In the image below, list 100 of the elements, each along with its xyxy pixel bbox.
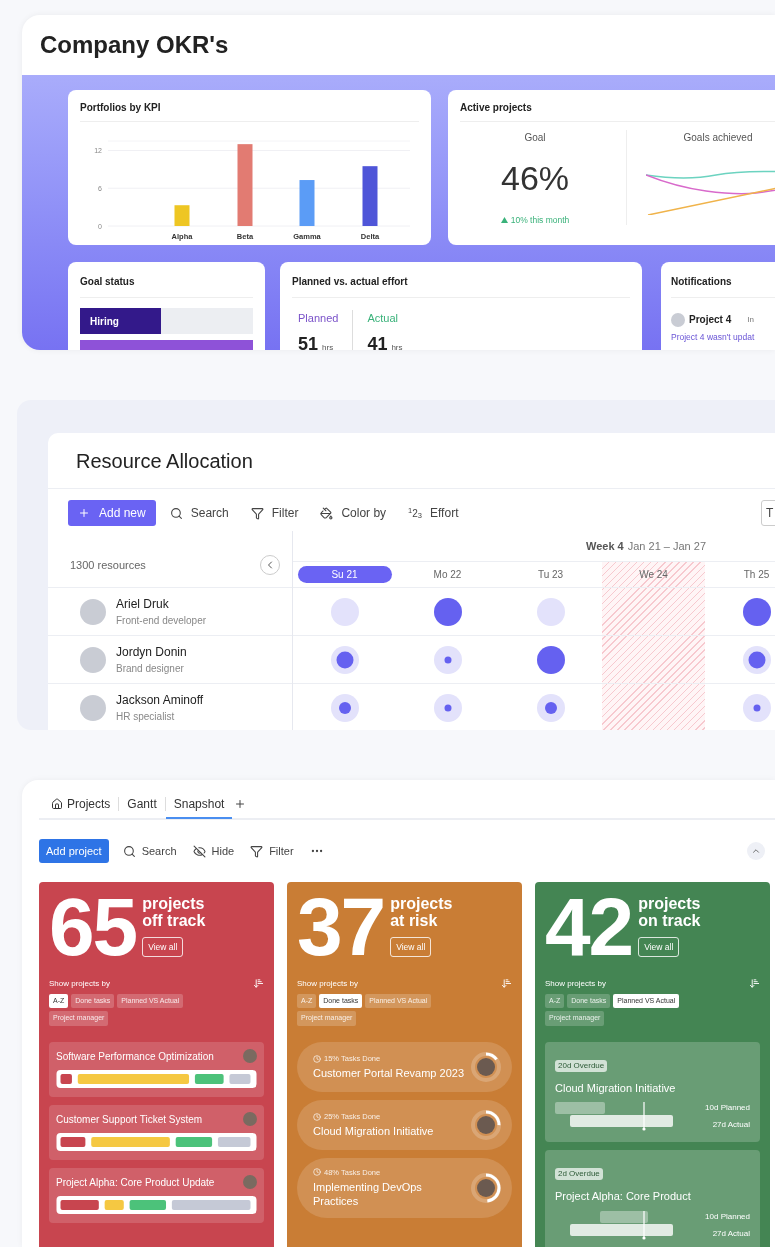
goals-achieved-label: Goals achieved <box>683 131 753 145</box>
count-label: on track <box>638 912 701 930</box>
add-project-button[interactable]: Add project <box>39 839 109 863</box>
allocation-dot-icon[interactable] <box>433 597 462 626</box>
trend-text: 10% this month <box>510 214 570 227</box>
project-count: 37 <box>297 890 385 964</box>
project-count: 42 <box>545 890 633 964</box>
chevron-up-icon <box>751 846 761 856</box>
avatar <box>671 312 685 327</box>
add-tab-button[interactable] <box>234 798 247 810</box>
sort-label: Show projects by <box>545 977 606 990</box>
day-label[interactable]: Mo 22 <box>427 566 468 583</box>
day-label[interactable]: Tu 23 <box>531 566 570 583</box>
view-all-button[interactable]: View all <box>142 936 184 958</box>
project-item[interactable]: Software Performance Optimization <box>49 1041 264 1097</box>
count-label: at risk <box>390 912 438 930</box>
goal-label: Goal <box>524 131 546 145</box>
tab[interactable]: Projects <box>43 790 119 818</box>
allocation-dot-icon[interactable] <box>433 645 462 674</box>
toolbar-button[interactable]: Filter <box>250 504 299 522</box>
card-title: Active projects <box>460 100 775 122</box>
card-title: Goal status <box>80 274 253 298</box>
day-label[interactable]: We 24 <box>633 566 674 583</box>
clock-icon <box>313 1112 321 1121</box>
project-name: Project Alpha: Core Product <box>555 1189 692 1205</box>
view-all-button[interactable]: View all <box>638 936 680 958</box>
project-count: 65 <box>49 890 137 964</box>
effort-value: 41 <box>367 332 388 350</box>
actual-days: 27d Actual <box>712 1119 750 1132</box>
allocation-dot-icon[interactable] <box>742 645 771 674</box>
person-name: Jordyn Donin <box>116 644 187 661</box>
toolbar-button[interactable]: Search <box>169 504 229 522</box>
allocation-dot-icon[interactable] <box>742 597 771 626</box>
effort-value: 51 <box>298 332 319 350</box>
allocation-dot-icon[interactable] <box>536 597 565 626</box>
day-label[interactable]: Th 25 <box>737 566 775 583</box>
page-title: Company OKR's <box>40 30 229 60</box>
eye-slash-icon <box>192 844 206 858</box>
view-all-button[interactable]: View all <box>390 936 432 958</box>
day-label[interactable]: Su 21 <box>297 566 392 583</box>
effort-unit: hrs <box>391 341 403 350</box>
avatar <box>80 646 106 673</box>
plus-icon <box>234 798 247 810</box>
week-range: Jan 21 – Jan 27 <box>627 538 706 554</box>
effort-label: Planned <box>298 311 339 326</box>
toolbar-button[interactable]: $^{1}$2$_{3}$ Effort <box>408 504 459 522</box>
person-name: Jackson Aminoff <box>116 692 204 709</box>
allocation-dot-icon[interactable] <box>330 597 359 626</box>
allocation-dot-icon[interactable] <box>742 693 771 722</box>
count-label: projects <box>390 896 453 913</box>
sort-icon[interactable] <box>501 978 512 990</box>
card-title: Portfolios by KPI <box>80 100 419 122</box>
section-title: Resource Allocation <box>76 448 253 474</box>
project-name: Project Alpha: Core Product Update <box>56 1175 215 1190</box>
search-icon <box>169 506 183 520</box>
card-title: Planned vs. actual effort <box>292 274 630 298</box>
toolbar-button[interactable]: Hide <box>192 842 235 860</box>
avatar <box>477 1115 495 1134</box>
project-item[interactable]: Customer Support Ticket System <box>49 1104 264 1160</box>
person-role: Front-end developer <box>116 614 207 628</box>
notification-tag: In <box>747 313 754 326</box>
effort-unit: hrs <box>322 341 334 350</box>
avatar <box>80 598 106 625</box>
allocation-dot-icon[interactable] <box>330 693 359 722</box>
sort-label: Show projects by <box>297 977 358 990</box>
allocation-dot-icon[interactable] <box>330 645 359 674</box>
planned-days: 10d Planned <box>705 1210 750 1223</box>
allocation-dot-icon[interactable] <box>536 693 565 722</box>
avatar <box>477 1178 495 1197</box>
effort-label: Actual <box>367 311 399 326</box>
project-item[interactable]: Project Alpha: Core Product Update <box>49 1167 264 1223</box>
sort-icon[interactable] <box>749 978 760 990</box>
paint-bucket-icon <box>320 506 334 520</box>
project-item[interactable]: 20d Overdue Cloud Migration Initiative 10d Planned 27d Actual <box>545 1041 760 1143</box>
goal-bar: Hiring <box>80 308 162 334</box>
card-title: Notifications <box>671 274 775 298</box>
project-name: Implementing DevOps Practices <box>313 1180 423 1209</box>
project-name: Software Performance Optimization <box>56 1049 214 1064</box>
project-name: Customer Portal Revamp 2023 <box>313 1066 465 1081</box>
tab[interactable]: Gantt <box>119 790 165 818</box>
allocation-dot-icon[interactable] <box>536 645 565 674</box>
avatar <box>243 1112 257 1127</box>
avatar <box>243 1049 257 1064</box>
allocation-dot-icon[interactable] <box>433 693 462 722</box>
project-item[interactable]: 2d Overdue Project Alpha: Core Product 10d Planned 27d Actual <box>545 1150 760 1247</box>
clock-icon <box>313 1054 321 1063</box>
toolbar-button[interactable]: Filter <box>250 842 294 860</box>
up-triangle-icon <box>500 217 508 224</box>
tab[interactable]: Snapshot <box>165 791 233 819</box>
add-new-button[interactable]: Add new <box>68 500 156 526</box>
project-name: Customer Support Ticket System <box>56 1112 203 1127</box>
avatar <box>477 1057 495 1076</box>
toolbar-button[interactable]: Color by <box>320 504 387 522</box>
toolbar-button[interactable]: Search <box>122 842 177 860</box>
avatar <box>80 694 106 721</box>
person-name: Ariel Druk <box>116 596 170 613</box>
view-button[interactable]: T <box>761 500 775 526</box>
sort-icon[interactable] <box>253 978 264 990</box>
sort-label: Show projects by <box>49 977 110 990</box>
filter-icon <box>250 506 264 520</box>
